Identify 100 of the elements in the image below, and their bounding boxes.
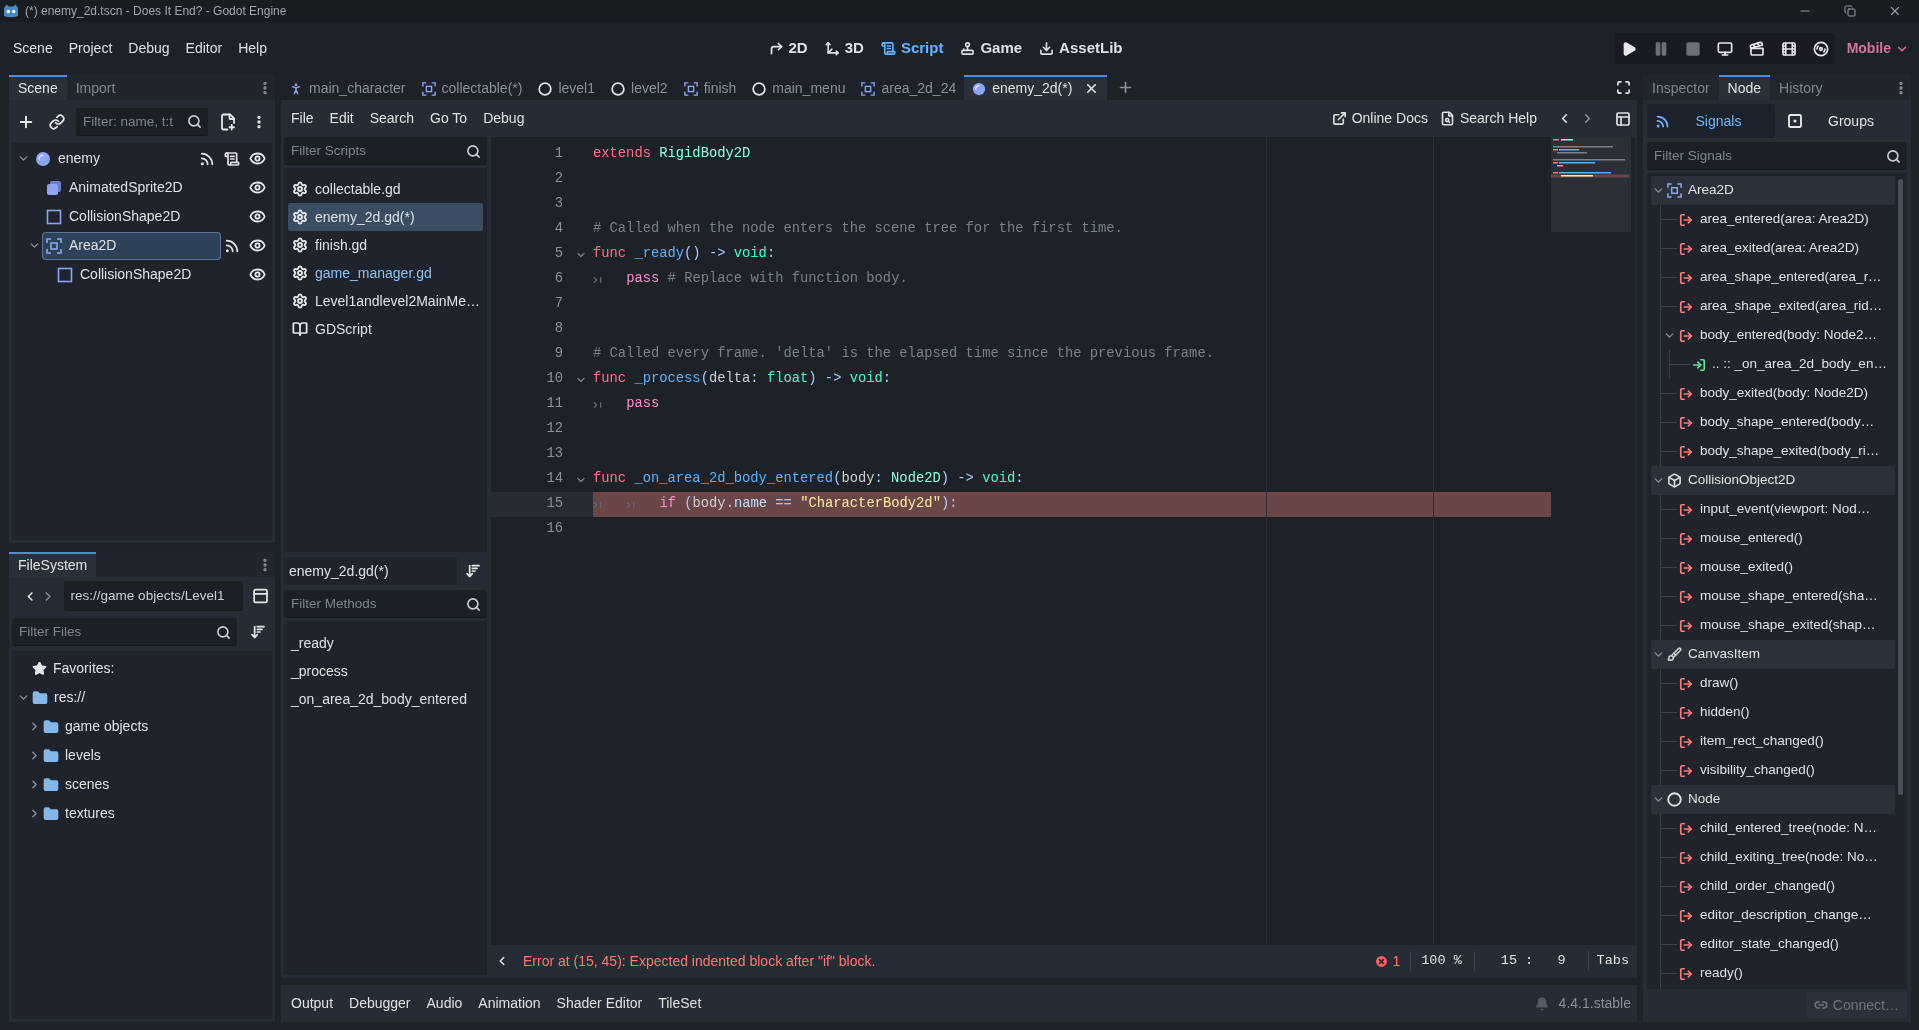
bottom-tab[interactable]: Audio bbox=[418, 990, 471, 1017]
bottom-tab[interactable]: TileSet bbox=[650, 990, 710, 1017]
tree-item[interactable]: area_shape_entered(area_r… bbox=[1661, 263, 1895, 292]
file-tab[interactable]: enemy_2d(*) bbox=[964, 75, 1108, 100]
dock-tab[interactable]: FileSystem bbox=[9, 552, 97, 577]
signals-groups-tab[interactable]: Signals bbox=[1647, 104, 1775, 138]
file-tab[interactable]: main_character bbox=[281, 75, 414, 100]
file-tab[interactable]: level1 bbox=[530, 75, 604, 100]
bottom-tab[interactable]: Animation bbox=[470, 990, 549, 1017]
method-item[interactable]: _ready bbox=[284, 629, 487, 657]
tree-item[interactable]: scenes bbox=[12, 770, 272, 799]
help-link[interactable]: Online Docs bbox=[1325, 105, 1434, 132]
filter-field[interactable]: Filter Methods bbox=[284, 590, 487, 618]
tree-item[interactable]: textures bbox=[12, 799, 272, 828]
tree-item[interactable]: game objects bbox=[12, 712, 272, 741]
file-tab[interactable]: collectable(*) bbox=[413, 75, 531, 100]
tree-item[interactable]: area_exited(area: Area2D) bbox=[1661, 234, 1895, 263]
workspace-tab[interactable]: 3D bbox=[816, 33, 872, 64]
filter-field[interactable]: Filter: name, t:t bbox=[76, 107, 208, 136]
signals-groups-tab[interactable]: Groups bbox=[1779, 104, 1907, 138]
menu-item[interactable]: Debug bbox=[475, 105, 533, 132]
tree-item[interactable]: area_shape_exited(area_rid… bbox=[1661, 292, 1895, 321]
eye-icon[interactable] bbox=[249, 237, 266, 254]
eye-icon[interactable] bbox=[249, 150, 266, 167]
eye-icon[interactable] bbox=[249, 208, 266, 225]
menu-item[interactable]: Editor bbox=[177, 34, 231, 63]
tree-item[interactable]: child_entered_tree(node: N… bbox=[1661, 814, 1895, 843]
script-item[interactable]: game_manager.gd bbox=[288, 259, 483, 287]
tree-item[interactable]: CollisionShape2D bbox=[43, 203, 245, 230]
tree-item[interactable]: body_exited(body: Node2D) bbox=[1661, 379, 1895, 408]
tree-item[interactable]: res:// bbox=[12, 683, 272, 712]
menu-item[interactable]: File bbox=[283, 105, 322, 132]
sort-icon[interactable] bbox=[250, 624, 266, 640]
menu-item[interactable]: Project bbox=[60, 34, 121, 63]
help-link[interactable]: Search Help bbox=[1433, 105, 1543, 132]
tree-item[interactable]: ready() bbox=[1661, 959, 1895, 988]
script-item[interactable]: collectable.gd bbox=[288, 175, 483, 203]
tree-item[interactable]: .. :: _on_area_2d_body_en… bbox=[1670, 350, 1895, 379]
workspace-tab[interactable]: 2D bbox=[760, 33, 816, 64]
tree-item[interactable]: mouse_entered() bbox=[1661, 524, 1895, 553]
renderer-dropdown[interactable]: Mobile bbox=[1846, 38, 1909, 59]
tree-item[interactable]: body_shape_exited(body_ri… bbox=[1661, 437, 1895, 466]
dock-tab[interactable]: Scene bbox=[9, 75, 67, 100]
script-item[interactable]: enemy_2d.gd(*) bbox=[288, 203, 483, 231]
scrollbar[interactable] bbox=[1898, 179, 1903, 795]
menu-item[interactable]: Go To bbox=[422, 105, 476, 132]
workspace-tab[interactable]: AssetLib bbox=[1031, 33, 1131, 64]
close-icon[interactable] bbox=[1888, 4, 1902, 18]
file-plus-icon[interactable] bbox=[219, 112, 237, 131]
tree-item[interactable]: Node bbox=[1651, 785, 1895, 814]
bottom-tab[interactable]: Debugger bbox=[341, 990, 419, 1017]
tree-item[interactable]: input_event(viewport: Nod… bbox=[1661, 495, 1895, 524]
tree-item[interactable]: hidden() bbox=[1661, 698, 1895, 727]
tree-item[interactable]: AnimatedSprite2D bbox=[43, 174, 245, 201]
bottom-tab[interactable]: Output bbox=[283, 990, 342, 1017]
fullscreen-icon[interactable] bbox=[1616, 80, 1631, 95]
menu-item[interactable]: Edit bbox=[321, 105, 362, 132]
script-item[interactable]: Level1andlevel2MainMe… bbox=[288, 287, 483, 315]
file-tab[interactable]: area_2d_24 bbox=[853, 75, 965, 100]
method-item[interactable]: _process bbox=[284, 657, 487, 685]
dock-tab[interactable]: Import bbox=[66, 75, 125, 100]
panel-icon[interactable] bbox=[251, 587, 269, 605]
monitor-icon[interactable] bbox=[1716, 40, 1733, 57]
tree-item[interactable]: body_shape_entered(body… bbox=[1661, 408, 1895, 437]
restore-icon[interactable] bbox=[1844, 5, 1856, 17]
signal-icon[interactable] bbox=[199, 150, 215, 167]
path-field[interactable]: res://game objects/Level1 bbox=[63, 581, 243, 611]
tree-item[interactable]: body_entered(body: Node2… bbox=[1661, 321, 1895, 350]
tree-item[interactable]: area_entered(area: Area2D) bbox=[1661, 205, 1895, 234]
tree-item[interactable]: child_order_changed() bbox=[1661, 872, 1895, 901]
tree-item[interactable]: enemy bbox=[32, 145, 195, 172]
dock-tab[interactable]: History bbox=[1770, 75, 1832, 100]
tree-item[interactable]: mouse_exited() bbox=[1661, 553, 1895, 582]
dock-tab[interactable]: Inspector bbox=[1643, 75, 1719, 100]
tree-item[interactable]: Area2D bbox=[43, 232, 220, 259]
file-tab[interactable]: level2 bbox=[603, 75, 676, 100]
panels-icon[interactable] bbox=[1615, 110, 1631, 127]
file-tab[interactable]: finish bbox=[675, 75, 745, 100]
eye-icon[interactable] bbox=[249, 266, 266, 283]
file-tab[interactable]: main_menu bbox=[744, 75, 854, 100]
tree-item[interactable]: Area2D bbox=[1651, 176, 1895, 205]
dock-tab[interactable]: Node bbox=[1718, 75, 1771, 100]
link-icon[interactable] bbox=[49, 113, 65, 130]
tree-item[interactable]: visibility_changed() bbox=[1661, 756, 1895, 785]
menu-item[interactable]: Help bbox=[230, 34, 275, 63]
tree-item[interactable]: mouse_shape_entered(sha… bbox=[1661, 582, 1895, 611]
menu-item[interactable]: Search bbox=[361, 105, 423, 132]
script-item[interactable]: GDScript bbox=[288, 315, 483, 343]
filter-field[interactable]: Filter Files bbox=[12, 618, 237, 646]
tree-item[interactable]: editor_description_change… bbox=[1661, 901, 1895, 930]
scroll-icon[interactable] bbox=[224, 150, 240, 167]
filter-field[interactable]: Filter Signals bbox=[1647, 142, 1907, 170]
tree-item[interactable]: CollisionObject2D bbox=[1651, 466, 1895, 495]
clapperboard-icon[interactable] bbox=[1748, 40, 1765, 57]
tree-item[interactable]: editor_state_changed() bbox=[1661, 930, 1895, 959]
menu-item[interactable]: Scene bbox=[5, 34, 61, 63]
bottom-tab[interactable]: Shader Editor bbox=[548, 990, 651, 1017]
error-icon[interactable] bbox=[1374, 953, 1390, 969]
disc-icon[interactable] bbox=[1812, 40, 1829, 57]
film-icon[interactable] bbox=[1780, 40, 1797, 57]
